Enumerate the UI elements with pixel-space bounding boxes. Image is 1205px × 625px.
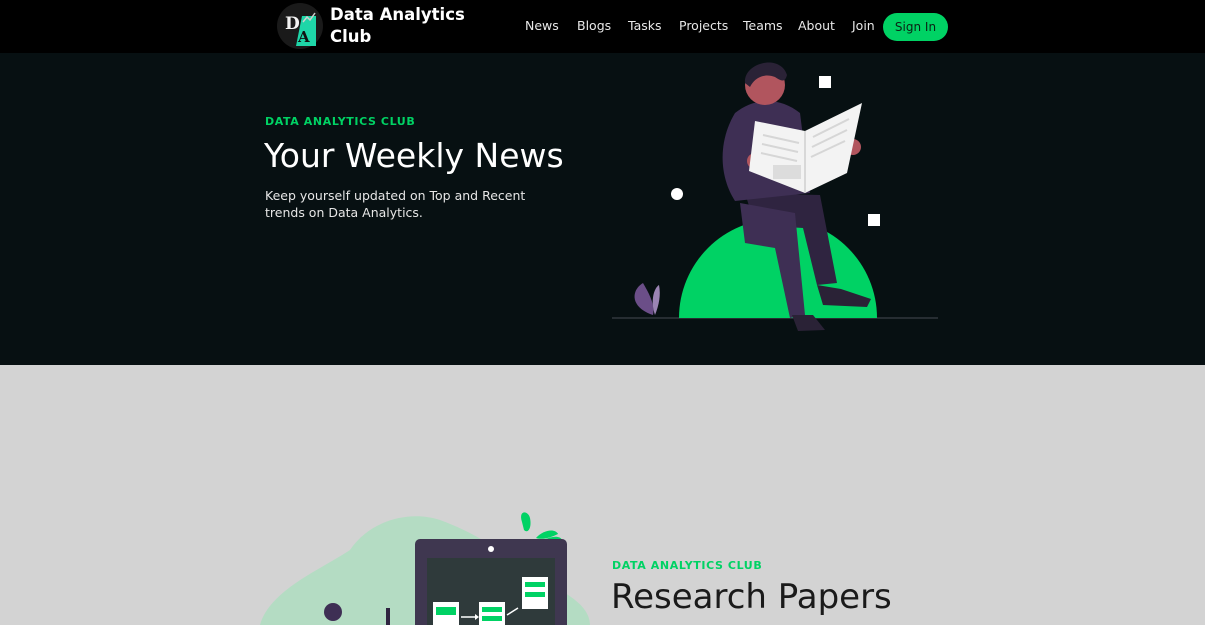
nav-link-blogs[interactable]: Blogs: [577, 18, 611, 33]
hero-eyebrow: DATA ANALYTICS CLUB: [265, 115, 416, 128]
nav-link-join[interactable]: Join: [852, 18, 875, 33]
research-title: Research Papers: [611, 577, 892, 617]
nav-link-news[interactable]: News: [525, 18, 559, 33]
research-illustration: [260, 512, 590, 625]
nav-link-teams[interactable]: Teams: [743, 18, 783, 33]
sign-in-button[interactable]: Sign In: [883, 13, 948, 41]
navbar: D A Data Analytics Club News Blogs Tasks…: [0, 0, 1205, 53]
research-section: DATA ANALYTICS CLUB Research Papers: [0, 365, 1205, 625]
nav-link-about[interactable]: About: [798, 18, 835, 33]
hero-title: Your Weekly News: [264, 136, 564, 175]
hero-section: DATA ANALYTICS CLUB Your Weekly News Kee…: [0, 53, 1205, 365]
hero-description: Keep yourself updated on Top and Recent …: [265, 188, 526, 220]
research-eyebrow: DATA ANALYTICS CLUB: [612, 559, 763, 572]
reading-newspaper-illustration: [612, 62, 938, 331]
nav-link-projects[interactable]: Projects: [679, 18, 728, 33]
nav-links: News Blogs Tasks Projects Teams About Jo…: [0, 0, 1205, 53]
nav-link-tasks[interactable]: Tasks: [628, 18, 662, 33]
